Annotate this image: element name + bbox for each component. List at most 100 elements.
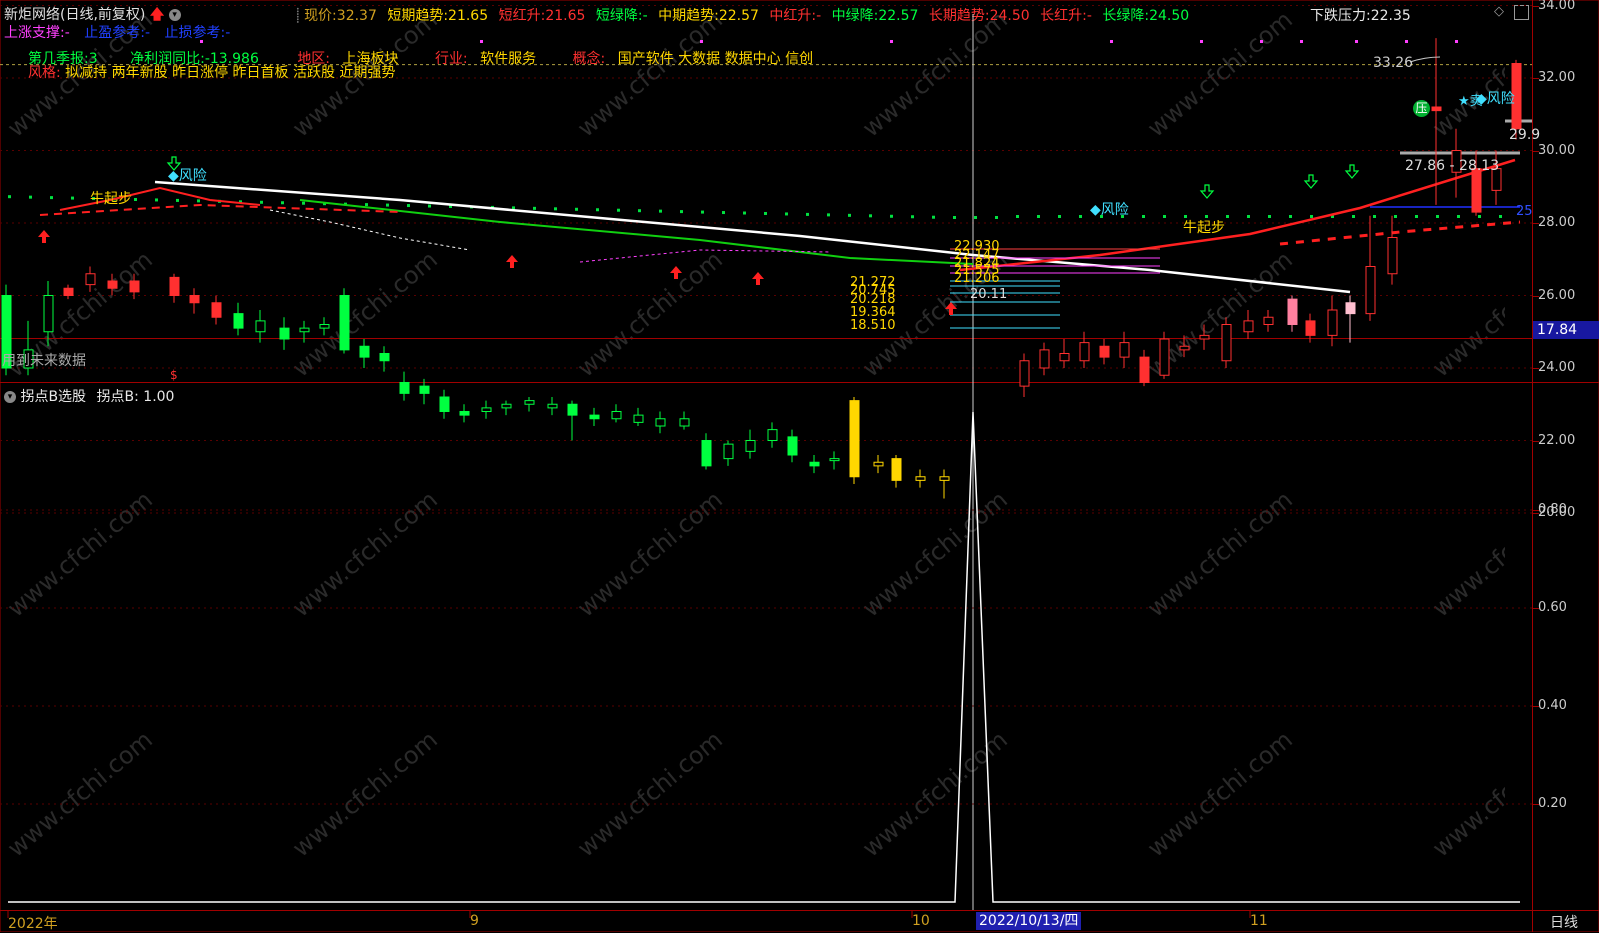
trend-dot bbox=[1058, 215, 1061, 218]
arrow-up-icon bbox=[38, 230, 50, 243]
candle-body bbox=[829, 458, 840, 462]
marker-dot bbox=[1455, 40, 1458, 43]
trend-dot bbox=[932, 215, 935, 219]
current-price-box: 17.84 bbox=[1533, 321, 1599, 339]
indicator-title[interactable]: 拐点B选股 bbox=[20, 389, 86, 405]
trend-dot bbox=[50, 196, 53, 200]
tick-mark bbox=[1533, 608, 1539, 609]
candle-body bbox=[359, 345, 370, 358]
period-tab[interactable]: 日线 bbox=[1550, 912, 1578, 932]
candle-body bbox=[1327, 309, 1338, 336]
candle-body bbox=[481, 407, 492, 412]
price-tick: 28.00 bbox=[1538, 215, 1576, 230]
right-value-label: 29.9 bbox=[1509, 127, 1541, 143]
candle-body bbox=[319, 324, 330, 329]
trend-dot bbox=[365, 203, 368, 207]
candle-body bbox=[169, 276, 180, 296]
trend-dot bbox=[407, 204, 410, 208]
trend-dot bbox=[134, 197, 137, 201]
future-data-note: 用到未来数据 bbox=[2, 353, 86, 369]
candle-body bbox=[1099, 345, 1110, 358]
trend-dot bbox=[764, 211, 767, 215]
marker-dot bbox=[1260, 40, 1263, 43]
candle-body bbox=[1305, 320, 1316, 336]
trend-dot bbox=[953, 216, 956, 219]
candle-body bbox=[233, 313, 244, 329]
trend-dot bbox=[554, 207, 557, 211]
candle-body bbox=[767, 429, 778, 441]
candle-body bbox=[1221, 324, 1232, 362]
candle-body bbox=[1079, 342, 1090, 362]
short-trend-line bbox=[959, 158, 1516, 272]
trend-dot bbox=[806, 212, 809, 216]
price-tick: 24.00 bbox=[1538, 360, 1576, 375]
trend-dot bbox=[659, 209, 662, 213]
marker-dot bbox=[480, 40, 483, 43]
trend-dot bbox=[1163, 215, 1166, 218]
panel-divider bbox=[0, 338, 1533, 339]
candle-body bbox=[1365, 266, 1376, 315]
trend-dot bbox=[302, 201, 305, 205]
candle-body bbox=[891, 458, 902, 481]
candle-body bbox=[1059, 353, 1070, 362]
marker-dot bbox=[1355, 40, 1358, 43]
indicator-tick: 0.20 bbox=[1538, 796, 1567, 811]
risk-label: ◆风险 bbox=[1090, 202, 1129, 218]
price-tick: 30.00 bbox=[1538, 142, 1576, 158]
tick-mark bbox=[1533, 5, 1539, 7]
trend-dot bbox=[785, 212, 788, 216]
trend-dot bbox=[29, 195, 32, 199]
candle-body bbox=[939, 476, 950, 481]
high-price-label: 33.26 bbox=[1373, 55, 1414, 71]
candle-body bbox=[1119, 342, 1130, 358]
candle-body bbox=[679, 418, 690, 427]
tick-mark bbox=[1533, 440, 1539, 442]
trend-dot bbox=[1415, 215, 1418, 218]
trend-dot bbox=[1142, 215, 1145, 218]
indicator-tick: 0.80 bbox=[1538, 502, 1567, 517]
trend-dot bbox=[533, 206, 536, 210]
trend-dot bbox=[680, 210, 683, 214]
price-tick: 34.00 bbox=[1538, 0, 1576, 13]
trend-dot bbox=[1016, 215, 1019, 218]
trend-dot bbox=[995, 216, 998, 219]
chevron-down-icon[interactable]: ▾ bbox=[4, 391, 16, 403]
trend-dot bbox=[1373, 215, 1376, 218]
price-tick: 26.00 bbox=[1538, 287, 1576, 303]
trend-dot bbox=[197, 199, 200, 203]
dollar-marker: $ bbox=[170, 368, 178, 382]
candle-body bbox=[1345, 302, 1356, 315]
candle-body bbox=[633, 414, 644, 423]
candle-body bbox=[1139, 356, 1150, 383]
trend-dot bbox=[260, 200, 263, 204]
candle-body bbox=[255, 320, 266, 333]
trend-dot bbox=[722, 211, 725, 215]
arrow-up-icon bbox=[945, 302, 957, 315]
candle-body bbox=[787, 436, 798, 456]
trend-dot bbox=[701, 210, 704, 214]
candle-body bbox=[379, 353, 390, 362]
price-tick: 22.00 bbox=[1538, 432, 1576, 448]
trend-dot bbox=[1394, 215, 1397, 218]
sell-label: ★卖 bbox=[1458, 94, 1483, 109]
long-trend-line bbox=[154, 180, 1351, 294]
candle-body bbox=[1179, 345, 1190, 351]
frame bbox=[0, 0, 1599, 932]
candle-body bbox=[299, 327, 310, 333]
trend-dot bbox=[1457, 215, 1460, 218]
indicator-header: ▾ 拐点B选股 拐点B: 1.00 bbox=[4, 386, 174, 406]
red-dashed-line bbox=[1279, 220, 1521, 246]
x-label-month: 10 bbox=[912, 913, 930, 929]
trend-dot bbox=[743, 211, 746, 215]
trend-dot bbox=[575, 207, 578, 211]
marker-dot bbox=[200, 40, 203, 43]
arrow-down-icon bbox=[1344, 164, 1360, 179]
marker-dot bbox=[1200, 40, 1203, 43]
trend-dot bbox=[1226, 215, 1229, 218]
tick-mark bbox=[1533, 78, 1539, 79]
marker-dot bbox=[890, 40, 893, 43]
trend-dot bbox=[176, 198, 179, 202]
level-value: 18.510 bbox=[850, 318, 896, 333]
trend-dot bbox=[1079, 215, 1082, 218]
kline-chart[interactable] bbox=[0, 0, 1599, 932]
